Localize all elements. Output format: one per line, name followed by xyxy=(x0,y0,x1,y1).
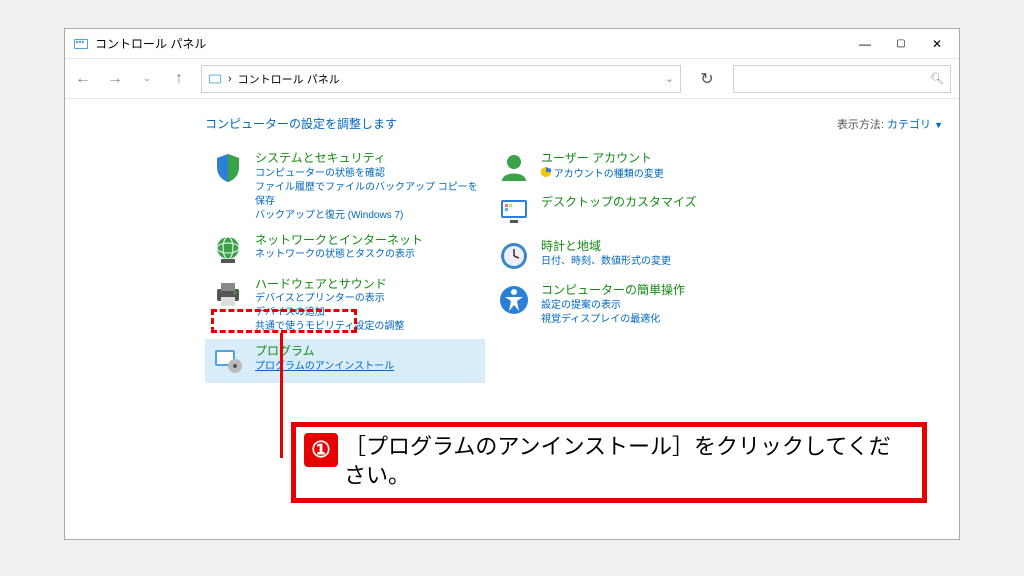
category-title[interactable]: ハードウェアとサウンド xyxy=(255,277,479,293)
view-mode-dropdown[interactable]: カテゴリ ▼ xyxy=(887,119,943,131)
category-ease-of-access: コンピューターの簡単操作 設定の提案の表示 視覚ディスプレイの最適化 xyxy=(491,278,771,332)
callout-connector-line xyxy=(280,333,283,458)
search-icon: 🔍︎ xyxy=(930,72,944,85)
category-hardware-sound: ハードウェアとサウンド デバイスとプリンターの表示 デバイスの追加 共通で使うモ… xyxy=(205,272,485,340)
refresh-button[interactable]: ↻ xyxy=(693,65,721,93)
address-bar[interactable]: › コントロール パネル ⌄ xyxy=(201,65,681,93)
breadcrumb-item[interactable]: コントロール パネル xyxy=(238,71,340,87)
category-title[interactable]: 時計と地域 xyxy=(541,239,765,255)
printer-icon xyxy=(211,277,245,311)
category-network-internet: ネットワークとインターネット ネットワークの状態とタスクの表示 xyxy=(205,228,485,272)
sublink[interactable]: デバイスの追加 xyxy=(255,306,479,320)
sublink-uninstall-program[interactable]: プログラムのアンインストール xyxy=(255,360,479,374)
shield-icon xyxy=(211,151,245,185)
control-panel-icon xyxy=(73,36,89,52)
breadcrumb-dropdown-icon[interactable]: ⌄ xyxy=(665,72,674,85)
category-title[interactable]: プログラム xyxy=(255,344,479,360)
category-system-security: システムとセキュリティ コンピューターの状態を確認 ファイル履歴でファイルのバッ… xyxy=(205,146,485,228)
recent-button[interactable]: ⌄ xyxy=(137,69,157,89)
uac-shield-icon xyxy=(541,167,551,182)
left-column: システムとセキュリティ コンピューターの状態を確認 ファイル履歴でファイルのバッ… xyxy=(205,146,485,383)
navbar: ← → ⌄ ↑ › コントロール パネル ⌄ ↻ 🔍︎ xyxy=(65,59,959,99)
category-title[interactable]: デスクトップのカスタマイズ xyxy=(541,195,765,211)
view-mode-label: 表示方法: xyxy=(837,119,887,131)
sublink[interactable]: アカウントの種類の変更 xyxy=(541,167,765,182)
sublink[interactable]: 日付、時刻、数値形式の変更 xyxy=(541,255,765,269)
accessibility-icon xyxy=(497,283,531,317)
instruction-text: ［プログラムのアンインストール］をクリックしてください。 xyxy=(344,433,912,490)
category-title[interactable]: ユーザー アカウント xyxy=(541,151,765,167)
category-user-accounts: ユーザー アカウント アカウントの種類の変更 xyxy=(491,146,771,190)
maximize-button[interactable] xyxy=(883,30,919,58)
category-title[interactable]: ネットワークとインターネット xyxy=(255,233,479,249)
sublink[interactable]: バックアップと復元 (Windows 7) xyxy=(255,209,479,223)
breadcrumb-sep: › xyxy=(228,73,232,85)
programs-icon xyxy=(211,344,245,378)
user-icon xyxy=(497,151,531,185)
sublink[interactable]: ファイル履歴でファイルのバックアップ コピーを保存 xyxy=(255,181,479,209)
sublink[interactable]: 視覚ディスプレイの最適化 xyxy=(541,313,765,327)
sublink[interactable]: デバイスとプリンターの表示 xyxy=(255,292,479,306)
up-button[interactable]: ↑ xyxy=(169,69,189,89)
sublink[interactable]: コンピューターの状態を確認 xyxy=(255,167,479,181)
back-button[interactable]: ← xyxy=(73,69,93,89)
category-title[interactable]: システムとセキュリティ xyxy=(255,151,479,167)
category-desktop-customize: デスクトップのカスタマイズ xyxy=(491,190,771,234)
clock-icon xyxy=(497,239,531,273)
titlebar: コントロール パネル xyxy=(65,29,959,59)
forward-button[interactable]: → xyxy=(105,69,125,89)
category-programs: プログラム プログラムのアンインストール xyxy=(205,339,485,383)
right-column: ユーザー アカウント アカウントの種類の変更 デス xyxy=(491,146,771,383)
search-input[interactable]: 🔍︎ xyxy=(733,65,951,93)
close-button[interactable] xyxy=(919,30,955,58)
sublink[interactable]: 設定の提案の表示 xyxy=(541,299,765,313)
page-title: コンピューターの設定を調整します xyxy=(205,115,837,132)
instruction-overlay: ① ［プログラムのアンインストール］をクリックしてください。 xyxy=(291,422,927,503)
breadcrumb-icon xyxy=(208,72,222,86)
sublink[interactable]: ネットワークの状態とタスクの表示 xyxy=(255,248,479,262)
window-title: コントロール パネル xyxy=(95,35,847,52)
monitor-icon xyxy=(497,195,531,229)
category-title[interactable]: コンピューターの簡単操作 xyxy=(541,283,765,299)
sublink[interactable]: 共通で使うモビリティ設定の調整 xyxy=(255,320,479,334)
minimize-button[interactable] xyxy=(847,30,883,58)
step-number-badge: ① xyxy=(304,433,338,467)
globe-icon xyxy=(211,233,245,267)
category-clock-region: 時計と地域 日付、時刻、数値形式の変更 xyxy=(491,234,771,278)
view-mode: 表示方法: カテゴリ ▼ xyxy=(837,116,943,132)
